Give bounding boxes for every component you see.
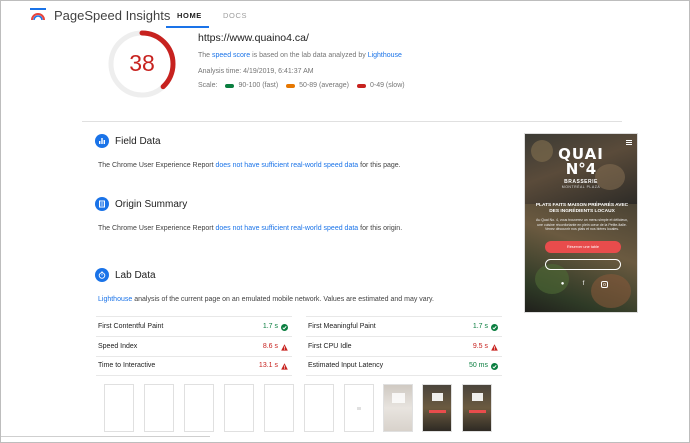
filmstrip-frame	[264, 384, 294, 432]
metric-divider	[96, 336, 292, 337]
analyzed-url: https://www.quaino4.ca/	[198, 32, 309, 44]
score-scale: Scale: 90-100 (fast) 50-89 (average) 0-4…	[198, 82, 405, 89]
score-description: The speed score is based on the lab data…	[198, 52, 402, 59]
metric-fmp-label: First Meaningful Paint	[308, 323, 376, 330]
filmstrip-frame-loaded	[422, 384, 452, 432]
metric-divider	[96, 375, 292, 376]
scale-average-pill	[286, 83, 296, 88]
scale-slow-pill	[356, 83, 366, 88]
metric-divider	[306, 375, 502, 376]
lighthouse-link[interactable]: Lighthouse	[368, 52, 402, 59]
tab-docs[interactable]: DOCS	[223, 11, 247, 20]
pass-check-icon	[281, 324, 288, 331]
metric-input-latency-value: 50 ms	[468, 362, 488, 369]
facebook-icon: f	[582, 281, 585, 287]
instagram-icon: o	[601, 281, 608, 288]
desc-text-mid: is based on the lab data analyzed by	[250, 52, 368, 59]
metric-fmp-value: 1.7 s	[472, 323, 488, 330]
filmstrip-frame	[104, 384, 134, 432]
top-header: PageSpeed Insights HOME DOCS	[0, 0, 690, 30]
filmstrip-frame	[304, 384, 334, 432]
preview-menu-icon	[626, 140, 632, 145]
section-divider	[82, 121, 622, 122]
warning-triangle-icon	[281, 344, 288, 351]
pass-check-icon	[491, 363, 498, 370]
document-icon	[95, 197, 109, 211]
metric-fcp-value: 1.7 s	[262, 323, 278, 330]
metric-speed-index-label: Speed Index	[98, 343, 138, 350]
field-data-text-pre: The Chrome User Experience Report	[98, 162, 216, 169]
filmstrip-frame	[344, 384, 374, 432]
preview-logo-line2: N°4	[565, 160, 597, 178]
field-data-link[interactable]: does not have sufficient real-world spee…	[216, 162, 359, 169]
desc-text: The	[198, 52, 213, 59]
origin-text-pre: The Chrome User Experience Report	[98, 225, 216, 232]
metric-fcp-label: First Contentful Paint	[98, 323, 164, 330]
preview-photo-detail	[591, 274, 631, 308]
warning-triangle-icon	[281, 363, 288, 370]
scale-fast-label: 90-100 (fast)	[238, 82, 279, 89]
origin-data-link[interactable]: does not have sufficient real-world spee…	[216, 225, 359, 232]
filmstrip-frame	[184, 384, 214, 432]
filmstrip-frame	[224, 384, 254, 432]
bar-chart-icon	[95, 134, 109, 148]
filmstrip-frame-loaded	[462, 384, 492, 432]
metric-divider	[306, 356, 502, 357]
scale-slow-label: 0-49 (slow)	[369, 82, 405, 89]
preview-outline-button	[545, 259, 621, 270]
lab-lighthouse-link[interactable]: Lighthouse	[98, 296, 132, 303]
lab-data-title: Lab Data	[115, 270, 156, 281]
origin-summary-title: Origin Summary	[115, 199, 188, 210]
score-value: 38	[129, 50, 155, 76]
filmstrip-frame	[144, 384, 174, 432]
scale-average-label: 50-89 (average)	[299, 82, 349, 89]
app-title[interactable]: PageSpeed Insights	[54, 8, 170, 23]
preview-blurb: Au Quai No. 4, vous trouverez un menu si…	[535, 218, 629, 231]
field-data-text: The Chrome User Experience Report does n…	[98, 162, 401, 169]
tab-home[interactable]: HOME	[177, 11, 202, 20]
preview-tagline: PLATS FAITS MAISON PRÉPARÉS AVEC DES ING…	[535, 203, 629, 214]
metric-tti-label: Time to Interactive	[98, 362, 156, 369]
location-pin-icon: ●	[560, 281, 565, 287]
metric-divider	[306, 336, 502, 337]
origin-text-post: for this origin.	[358, 225, 403, 232]
metric-speed-index-value: 8.6 s	[262, 343, 278, 350]
metric-divider	[96, 316, 292, 317]
bottom-edge	[0, 436, 210, 437]
metric-tti-value: 13.1 s	[258, 362, 278, 369]
pagespeed-logo-icon	[30, 8, 46, 22]
scale-label: Scale:	[198, 82, 218, 89]
metric-divider	[306, 316, 502, 317]
lab-data-description: Lighthouse analysis of the current page …	[98, 296, 434, 303]
stopwatch-icon	[95, 268, 109, 282]
field-data-title: Field Data	[115, 136, 161, 147]
preview-location: MONTRÉAL PLAZA	[561, 185, 601, 189]
pass-check-icon	[491, 324, 498, 331]
metric-cpu-idle-label: First CPU Idle	[308, 343, 352, 350]
analysis-time: Analysis time: 4/19/2019, 6:41:37 AM	[198, 68, 314, 75]
metric-input-latency-label: Estimated Input Latency	[308, 362, 384, 369]
preview-reserve-button: Réserver une table	[545, 241, 621, 253]
speed-score-link[interactable]: speed score	[212, 52, 250, 59]
origin-summary-text: The Chrome User Experience Report does n…	[98, 225, 402, 232]
field-data-text-post: for this page.	[358, 162, 401, 169]
page-screenshot-preview: QUAI N°4 BRASSERIE MONTRÉAL PLAZA PLATS …	[524, 133, 638, 313]
scale-fast-pill	[225, 83, 235, 88]
filmstrip-frame-faded	[383, 384, 413, 432]
lab-desc-rest: analysis of the current page on an emula…	[132, 296, 434, 303]
metric-cpu-idle-value: 9.5 s	[472, 343, 488, 350]
metric-divider	[96, 356, 292, 357]
warning-triangle-icon	[491, 344, 498, 351]
